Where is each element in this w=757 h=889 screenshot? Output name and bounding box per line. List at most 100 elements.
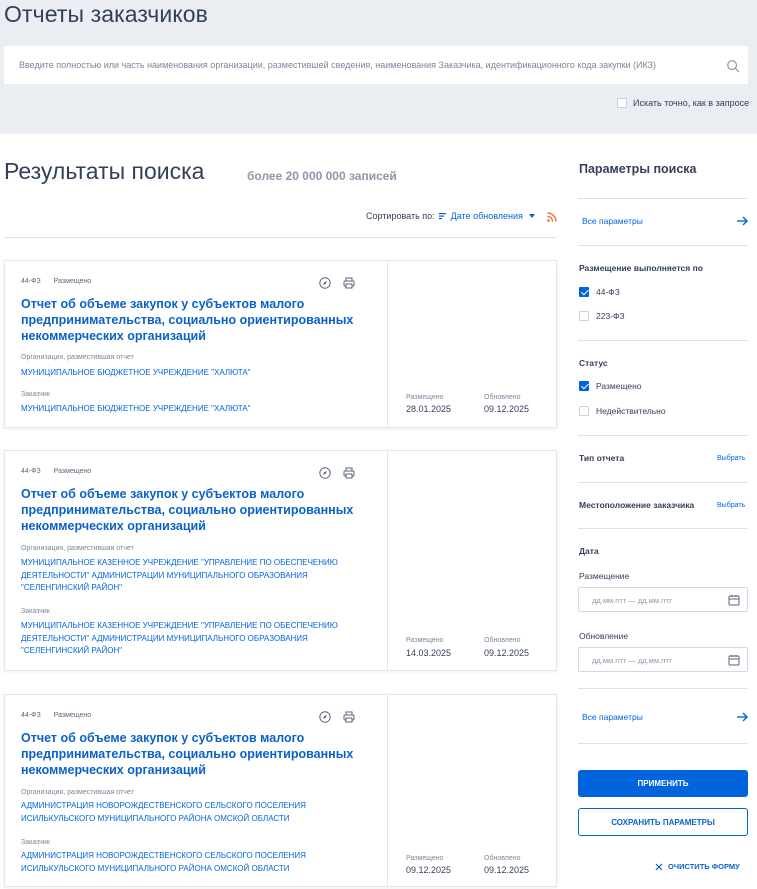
status-posted-label: Размещено	[596, 381, 642, 391]
law44-box[interactable]	[579, 287, 589, 297]
posted-label: Размещено	[406, 394, 444, 401]
search-input[interactable]	[4, 46, 704, 84]
date-updated-label: Обновление	[579, 631, 629, 641]
posted-date: 28.01.2025	[406, 404, 452, 414]
all-params-link[interactable]: Все параметры	[582, 216, 643, 226]
org-label: Организация, разместившая отчет	[21, 545, 134, 552]
law223-box[interactable]	[579, 311, 589, 321]
sidebar-divider	[578, 340, 748, 341]
print-icon[interactable]	[343, 467, 355, 479]
date-updated-field[interactable]: дд.мм.гггг — дд.мм.гггг	[578, 647, 748, 672]
compass-icon[interactable]	[319, 277, 331, 289]
updated-date: 09.12.2025	[484, 648, 530, 658]
posted-date: 14.03.2025	[406, 648, 452, 658]
report-type-pick[interactable]: Выбрать	[717, 455, 745, 462]
customer-link[interactable]: АДМИНИСТРАЦИЯ НОВОРОЖДЕСТВЕНСКОГО СЕЛЬСК…	[21, 850, 361, 875]
sidebar-divider	[578, 435, 748, 436]
exact-search-checkbox[interactable]: Искать точно, как в запросе	[617, 97, 749, 109]
org-link[interactable]: МУНИЦИПАЛЬНОЕ КАЗЕННОЕ УЧРЕЖДЕНИЕ "УПРАВ…	[21, 557, 361, 595]
card-tags: 44-ФЗ Размещено	[21, 278, 104, 285]
date-posted-label: Размещение	[579, 571, 630, 581]
chevron-down-icon[interactable]	[528, 214, 535, 218]
exact-search-label: Искать точно, как в запросе	[633, 98, 750, 108]
org-link[interactable]: МУНИЦИПАЛЬНОЕ БЮДЖЕТНОЕ УЧРЕЖДЕНИЕ "ХАЛЮ…	[21, 367, 361, 380]
customer-label: Заказчик	[21, 608, 50, 615]
calendar-icon[interactable]	[728, 594, 740, 606]
org-label: Организация, разместившая отчет	[21, 789, 134, 796]
compass-icon[interactable]	[319, 467, 331, 479]
calendar-icon[interactable]	[728, 654, 740, 666]
result-card: 44-ФЗ Размещено Отчет об объеме закупок …	[4, 260, 557, 428]
arrow-right-icon[interactable]	[736, 711, 748, 723]
card-tags: 44-ФЗ Размещено	[21, 468, 104, 475]
posted-label: Размещено	[406, 637, 444, 644]
customer-label: Заказчик	[21, 839, 50, 846]
customer-label: Заказчик	[21, 391, 50, 398]
customer-link[interactable]: МУНИЦИПАЛЬНОЕ БЮДЖЕТНОЕ УЧРЕЖДЕНИЕ "ХАЛЮ…	[21, 403, 361, 416]
status-posted-checkbox[interactable]: Размещено	[579, 381, 642, 391]
results-count: более 20 000 000 записей	[247, 169, 397, 183]
results-title: Результаты поиска	[4, 158, 205, 184]
clear-form-button[interactable]: ОЧИСТИТЬ ФОРМУ	[655, 862, 740, 871]
print-icon[interactable]	[343, 711, 355, 723]
org-label: Организация, разместившая отчет	[21, 354, 134, 361]
exact-search-box[interactable]	[617, 98, 627, 108]
law44-checkbox[interactable]: 44-ФЗ	[579, 287, 620, 297]
date-posted-placeholder: дд.мм.гггг — дд.мм.гггг	[592, 596, 673, 605]
updated-label: Обновлено	[484, 394, 521, 401]
card-dates: Размещено 14.03.2025 Обновлено 09.12.202…	[387, 451, 558, 670]
result-card: 44-ФЗ Размещено Отчет об объеме закупок …	[4, 694, 557, 887]
sort-value[interactable]: Дате обновления	[451, 211, 523, 221]
all-params-link-bottom[interactable]: Все параметры	[582, 712, 643, 722]
save-params-button[interactable]: СОХРАНИТЬ ПАРАМЕТРЫ	[578, 808, 748, 836]
card-actions	[319, 467, 367, 479]
arrow-right-icon[interactable]	[736, 215, 748, 227]
status-tag: Размещено	[53, 278, 92, 285]
status-invalid-checkbox[interactable]: Недействительно	[579, 406, 666, 416]
date-posted-field[interactable]: дд.мм.гггг — дд.мм.гггг	[578, 587, 748, 612]
customer-link[interactable]: МУНИЦИПАЛЬНОЕ КАЗЕННОЕ УЧРЕЖДЕНИЕ "УПРАВ…	[21, 620, 361, 658]
status-heading: Статус	[579, 358, 608, 368]
close-icon	[655, 863, 663, 870]
card-actions	[319, 277, 367, 289]
location-pick[interactable]: Выбрать	[717, 502, 745, 509]
card-dates: Размещено 09.12.2025 Обновлено 09.12.202…	[387, 695, 558, 886]
card-actions	[319, 711, 367, 723]
law223-checkbox[interactable]: 223-ФЗ	[579, 311, 625, 321]
result-card: 44-ФЗ Размещено Отчет об объеме закупок …	[4, 450, 557, 671]
sort-label: Сортировать по:	[366, 211, 435, 221]
card-title-link[interactable]: Отчет об объеме закупок у субъектов мало…	[21, 486, 361, 534]
placement-heading: Размещение выполняется по	[579, 263, 703, 273]
law223-label: 223-ФЗ	[596, 311, 625, 321]
sidebar-divider	[578, 743, 748, 744]
clear-form-label: ОЧИСТИТЬ ФОРМУ	[668, 862, 740, 871]
sidebar-divider	[578, 482, 748, 483]
location-heading: Местоположение заказчика	[579, 500, 695, 510]
status-posted-box[interactable]	[579, 381, 589, 391]
card-title-link[interactable]: Отчет об объеме закупок у субъектов мало…	[21, 296, 361, 344]
sidebar-divider	[578, 688, 748, 689]
compass-icon[interactable]	[319, 711, 331, 723]
card-main: 44-ФЗ Размещено Отчет об объеме закупок …	[5, 261, 387, 427]
print-icon[interactable]	[343, 277, 355, 289]
date-heading: Дата	[579, 546, 599, 556]
sort-control[interactable]: Сортировать по: Дате обновления	[366, 211, 535, 221]
updated-date: 09.12.2025	[484, 865, 530, 875]
sidebar-divider	[578, 245, 748, 246]
card-title-link[interactable]: Отчет об объеме закупок у субъектов мало…	[21, 730, 361, 778]
sort-icon	[438, 213, 446, 220]
status-tag: Размещено	[53, 712, 92, 719]
status-invalid-label: Недействительно	[596, 406, 666, 416]
org-link[interactable]: АДМИНИСТРАЦИЯ НОВОРОЖДЕСТВЕНСКОГО СЕЛЬСК…	[21, 800, 361, 825]
updated-date: 09.12.2025	[484, 404, 530, 414]
search-icon[interactable]	[726, 59, 740, 73]
updated-label: Обновлено	[484, 637, 521, 644]
apply-button[interactable]: ПРИМЕНИТЬ	[578, 770, 748, 797]
card-main: 44-ФЗ Размещено Отчет об объеме закупок …	[5, 695, 387, 886]
search-box[interactable]	[4, 46, 748, 84]
status-invalid-box[interactable]	[579, 406, 589, 416]
law-tag: 44-ФЗ	[21, 712, 41, 719]
sidebar-divider	[578, 528, 748, 529]
rss-icon[interactable]	[547, 212, 557, 222]
posted-label: Размещено	[406, 855, 444, 862]
